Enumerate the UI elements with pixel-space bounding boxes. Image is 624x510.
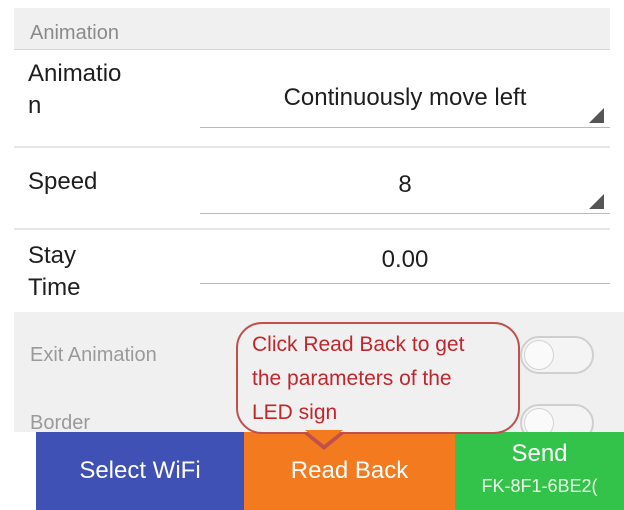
callout-text: Click Read Back to get the parameters of… [252, 333, 465, 424]
animation-spinner[interactable]: Continuously move left [200, 74, 610, 128]
exit-animation-toggle[interactable] [520, 336, 594, 374]
send-device-id: FK-8F1-6BE2( [481, 476, 598, 496]
animation-row: Animatio n Continuously move left [14, 52, 610, 138]
speed-row: Speed 8 [14, 148, 610, 222]
stay-time-row: Stay Time 0.00 [14, 230, 610, 312]
stay-time-input[interactable]: 0.00 [200, 240, 610, 284]
read-back-callout: Click Read Back to get the parameters of… [236, 322, 520, 434]
speed-value: 8 [398, 171, 412, 198]
section-header-animation: Animation [14, 8, 610, 50]
section-title: Animation [30, 22, 119, 44]
select-wifi-label: Select WiFi [79, 457, 201, 484]
read-back-button[interactable]: Read Back [244, 432, 455, 510]
spinner-arrow-icon [589, 194, 604, 209]
select-wifi-button[interactable]: Select WiFi [36, 432, 244, 510]
stay-time-value: 0.00 [381, 246, 429, 273]
animation-value: Continuously move left [283, 84, 527, 111]
spinner-arrow-icon [589, 108, 604, 123]
animation-label: Animatio n [28, 60, 122, 119]
send-label: Send [511, 440, 568, 467]
speed-spinner[interactable]: 8 [200, 162, 610, 214]
stay-time-label: Stay Time [28, 242, 81, 301]
send-button[interactable]: Send FK-8F1-6BE2( [455, 432, 624, 510]
toggle-knob [524, 340, 554, 370]
exit-animation-label: Exit Animation [30, 344, 157, 366]
callout-pointer-fill [305, 430, 343, 445]
speed-label: Speed [28, 168, 98, 195]
read-back-label: Read Back [290, 457, 409, 484]
